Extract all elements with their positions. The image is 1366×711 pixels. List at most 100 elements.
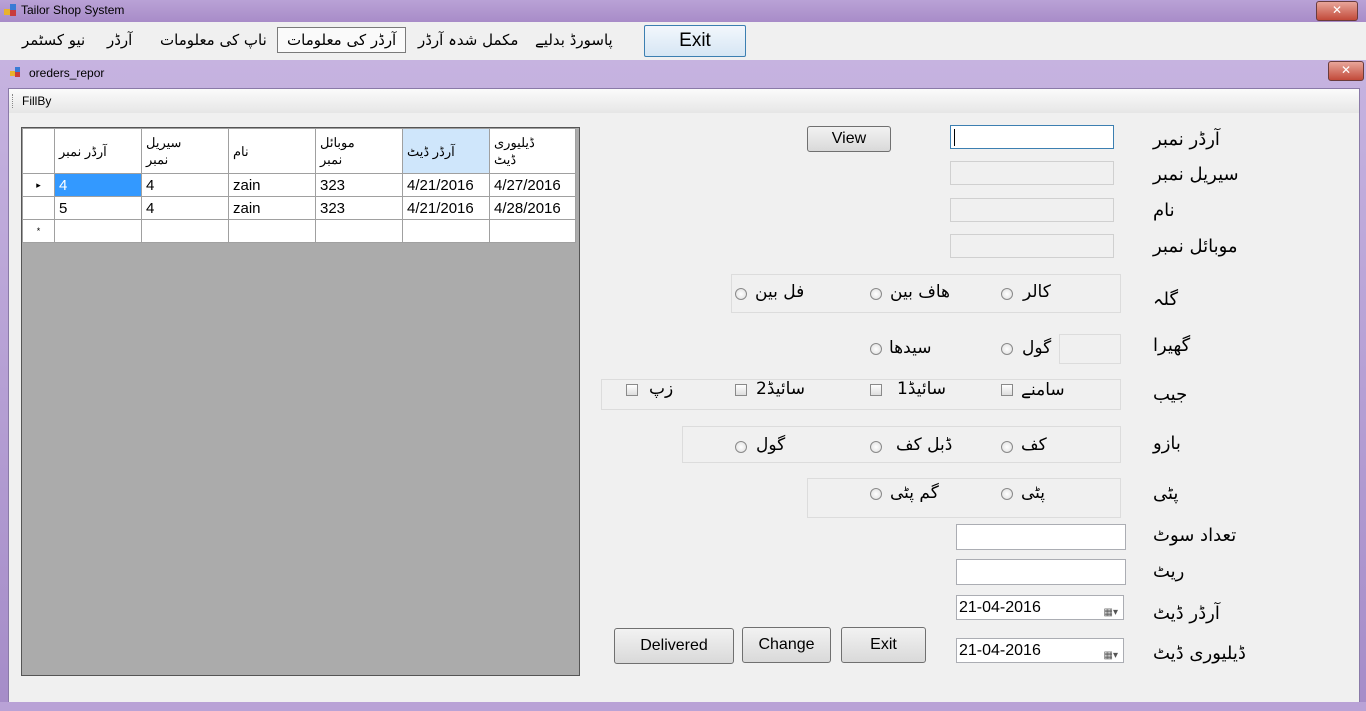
form-exit-button[interactable]: Exit <box>841 627 926 663</box>
order-date-label: آرڈر ڈیٹ <box>1153 603 1220 624</box>
serial-no-input[interactable] <box>950 161 1114 185</box>
cell-name[interactable]: zain <box>228 196 316 220</box>
rate-label: ریٹ <box>1153 561 1185 582</box>
patti-option-gum-patti-label[interactable]: گم پٹی <box>890 483 939 503</box>
pocket-option-zip-label[interactable]: زپ <box>649 379 673 399</box>
pocket-option-zip-checkbox[interactable] <box>626 384 638 396</box>
menu-measurement-info[interactable]: ناپ کی معلومات <box>160 31 267 49</box>
new-cell[interactable] <box>141 219 229 243</box>
toolstrip-grip[interactable] <box>12 94 15 108</box>
new-cell[interactable] <box>228 219 316 243</box>
new-row-header[interactable]: * <box>22 219 55 243</box>
cell-order-no[interactable]: 5 <box>54 196 142 220</box>
calendar-dropdown-icon[interactable]: ▦▾ <box>1104 601 1118 625</box>
menu-bar: نیو کسٹمر آرڈر ناپ کی معلومات آرڈر کی مع… <box>0 22 1366 60</box>
menu-order-info[interactable]: آرڈر کی معلومات <box>277 27 407 53</box>
collar-option-half-bain-radio[interactable] <box>870 288 882 300</box>
col-header-serial-no[interactable]: سیریل نمبر <box>141 128 229 174</box>
hem-option-straight-radio[interactable] <box>870 343 882 355</box>
title-bar: Tailor Shop System ✕ <box>0 0 1366 22</box>
cell-delivery-date[interactable]: 4/28/2016 <box>489 196 576 220</box>
menu-order[interactable]: آرڈر <box>107 31 132 49</box>
rate-input[interactable] <box>956 559 1126 585</box>
table-row[interactable]: ▸ 4 4 zain 323 4/21/2016 4/27/2016 <box>22 173 576 197</box>
cell-delivery-date[interactable]: 4/27/2016 <box>489 173 576 197</box>
table-row[interactable]: 5 4 zain 323 4/21/2016 4/28/2016 <box>22 196 576 220</box>
fillby-button[interactable]: FillBy <box>22 94 51 108</box>
hem-option-round-radio[interactable] <box>1001 343 1013 355</box>
app-icon <box>4 4 16 16</box>
new-cell[interactable] <box>489 219 576 243</box>
window-close-button[interactable]: ✕ <box>1316 1 1358 21</box>
child-client-area: FillBy آرڈر نمبر سیریل نمبر نام موبائل ن… <box>8 88 1360 703</box>
col-header-delivery-date[interactable]: ڈیلیوری ڈیٹ <box>489 128 576 174</box>
name-input[interactable] <box>950 198 1114 222</box>
pocket-option-1side-label[interactable]: 1سائیڈ <box>897 379 946 399</box>
cell-mobile[interactable]: 323 <box>315 196 403 220</box>
order-no-input[interactable] <box>950 125 1114 149</box>
orders-table: آرڈر نمبر سیریل نمبر نام موبائل نمبر آرڈ… <box>22 128 576 243</box>
cell-serial-no[interactable]: 4 <box>141 173 229 197</box>
cell-name[interactable]: zain <box>228 173 316 197</box>
pocket-option-1side-checkbox[interactable] <box>870 384 882 396</box>
toolstrip: FillBy <box>9 89 1359 113</box>
cell-order-date[interactable]: 4/21/2016 <box>402 196 490 220</box>
calendar-dropdown-icon[interactable]: ▦▾ <box>1104 644 1118 668</box>
patti-group <box>807 478 1121 518</box>
suits-count-label: تعداد سوٹ <box>1153 525 1237 546</box>
cell-serial-no[interactable]: 4 <box>141 196 229 220</box>
collar-option-full-bain-radio[interactable] <box>735 288 747 300</box>
text-caret <box>954 129 955 146</box>
grid-corner[interactable] <box>22 128 55 174</box>
patti-option-gum-patti-radio[interactable] <box>870 488 882 500</box>
menu-change-password[interactable]: پاسورڈ بدلیے <box>535 31 613 49</box>
row-header[interactable]: ▸ <box>22 173 55 197</box>
order-date-picker[interactable]: 21-04-2016 ▦▾ <box>956 595 1124 620</box>
hem-option-straight-label[interactable]: سیدھا <box>889 338 931 358</box>
pocket-option-front-label[interactable]: سامنے <box>1021 379 1065 400</box>
col-header-mobile[interactable]: موبائل نمبر <box>315 128 403 174</box>
sleeve-option-double-cuff-radio[interactable] <box>870 441 882 453</box>
sleeve-option-round-radio[interactable] <box>735 441 747 453</box>
sleeve-option-cuff-label[interactable]: کف <box>1021 435 1047 455</box>
sleeve-label: بازو <box>1153 433 1181 454</box>
cell-mobile[interactable]: 323 <box>315 173 403 197</box>
collar-option-collar-radio[interactable] <box>1001 288 1013 300</box>
pocket-option-2side-checkbox[interactable] <box>735 384 747 396</box>
patti-option-patti-label[interactable]: پٹی <box>1021 483 1045 503</box>
hem-option-round-label[interactable]: گول <box>1022 338 1051 358</box>
sleeve-option-double-cuff-label[interactable]: ڈبل کف <box>896 435 952 455</box>
delivery-date-picker[interactable]: 21-04-2016 ▦▾ <box>956 638 1124 663</box>
delivery-date-value: 21-04-2016 <box>959 642 1041 659</box>
sleeve-option-cuff-radio[interactable] <box>1001 441 1013 453</box>
mobile-label: موبائل نمبر <box>1153 236 1238 257</box>
menu-completed-orders[interactable]: مکمل شدہ آرڈر <box>418 31 518 49</box>
patti-option-patti-radio[interactable] <box>1001 488 1013 500</box>
pocket-option-2side-label[interactable]: 2سائیڈ <box>756 379 805 399</box>
sleeve-option-round-label[interactable]: گول <box>756 435 785 455</box>
suits-count-input[interactable] <box>956 524 1126 550</box>
main-exit-button[interactable]: Exit <box>644 25 746 57</box>
new-cell[interactable] <box>315 219 403 243</box>
collar-option-full-bain-label[interactable]: فل بین <box>755 282 804 302</box>
mobile-input[interactable] <box>950 234 1114 258</box>
new-cell[interactable] <box>402 219 490 243</box>
new-cell[interactable] <box>54 219 142 243</box>
col-header-order-date[interactable]: آرڈر ڈیٹ <box>402 128 490 174</box>
col-header-name[interactable]: نام <box>228 128 316 174</box>
collar-option-collar-label[interactable]: کالر <box>1023 282 1051 302</box>
delivered-button[interactable]: Delivered <box>614 628 734 664</box>
view-button[interactable]: View <box>807 126 891 152</box>
pocket-option-front-checkbox[interactable] <box>1001 384 1013 396</box>
cell-order-date[interactable]: 4/21/2016 <box>402 173 490 197</box>
cell-order-no[interactable]: 4 <box>54 173 142 197</box>
new-row[interactable]: * <box>22 219 576 243</box>
change-button[interactable]: Change <box>742 627 831 663</box>
patti-label: پٹی <box>1153 483 1179 504</box>
orders-grid[interactable]: آرڈر نمبر سیریل نمبر نام موبائل نمبر آرڈ… <box>21 127 580 676</box>
collar-option-half-bain-label[interactable]: ھاف بین <box>890 282 950 302</box>
row-header[interactable] <box>22 196 55 220</box>
menu-new-customer[interactable]: نیو کسٹمر <box>22 31 85 49</box>
child-close-button[interactable]: ✕ <box>1328 61 1364 81</box>
col-header-order-no[interactable]: آرڈر نمبر <box>54 128 142 174</box>
